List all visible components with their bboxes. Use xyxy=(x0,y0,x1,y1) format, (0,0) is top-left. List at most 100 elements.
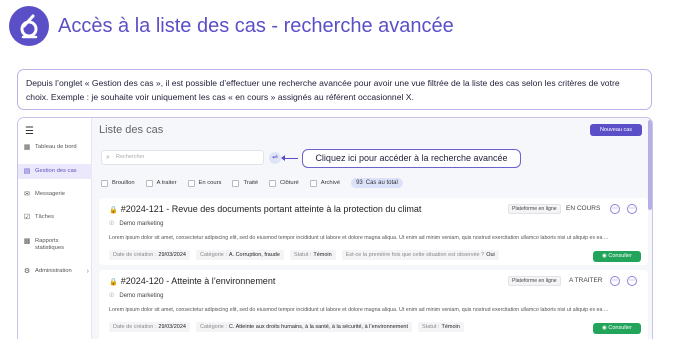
sidebar-item-dashboard[interactable]: ▦ Tableau de bord xyxy=(18,144,92,152)
lightbulb-icon: ☉ xyxy=(109,293,115,299)
meta-created: Date de création :29/03/2024 xyxy=(109,250,190,260)
meta-label: Statut : xyxy=(422,324,440,330)
status-badge: EN COURS xyxy=(566,205,601,212)
status-filters: Brouillon A traiter En cours Traité Clôt… xyxy=(101,178,403,188)
lock-icon: 🔒 xyxy=(109,279,118,286)
lock-icon: 🔒 xyxy=(109,207,118,214)
gear-icon: ⚙ xyxy=(23,268,31,275)
case-title-text: #2024-121 - Revue des documents portant … xyxy=(120,204,422,214)
sidebar-item-label: Messagerie xyxy=(35,191,65,197)
page-header-title: Accès à la liste des cas - recherche ava… xyxy=(58,15,454,37)
meta-label: Date de création : xyxy=(113,252,157,258)
advanced-search-callout: Cliquez ici pour accéder à la recherche … xyxy=(302,149,521,168)
meta-status: Statut : Témoin xyxy=(289,250,336,260)
new-case-button[interactable]: Nouveau cas xyxy=(590,124,642,136)
filter-closed[interactable]: Clôturé xyxy=(269,179,299,187)
organization-label: Demo marketing xyxy=(119,293,164,299)
search-placeholder: Rechercher xyxy=(116,154,145,160)
case-title[interactable]: 🔒 #2024-121 - Revue des documents portant… xyxy=(109,204,421,214)
folder-icon: ▤ xyxy=(23,168,31,175)
page-title: Liste des cas xyxy=(99,124,164,136)
more-options-icon[interactable]: ⋯ xyxy=(627,204,637,214)
consult-label: Consulter xyxy=(608,253,632,259)
info-text-box: Depuis l’onglet « Gestion des cas », il … xyxy=(17,69,652,110)
meta-value: Témoin xyxy=(313,252,332,258)
callout-arrow-tip xyxy=(281,155,285,161)
meta-label: Est-ce la première fois que cette situat… xyxy=(345,252,485,258)
sidebar-item-label: Tableau de bord xyxy=(35,144,77,150)
eye-icon: ◉ xyxy=(602,253,607,259)
consult-label: Consulter xyxy=(608,325,632,331)
logo-icon xyxy=(20,14,38,39)
comment-icon[interactable]: ⋯ xyxy=(610,204,620,214)
chart-icon: ▩ xyxy=(23,238,31,245)
filter-label: Traité xyxy=(243,180,259,186)
meta-value: 29/03/2024 xyxy=(158,252,186,258)
platform-badge: Plateforme en ligne xyxy=(508,204,561,214)
sidebar-item-tasks[interactable]: ☑ Tâches xyxy=(18,214,92,222)
sidebar-item-label: Rapports statistiques xyxy=(35,238,64,251)
filter-in-progress[interactable]: En cours xyxy=(187,179,221,187)
meta-value: A. Corruption, fraude xyxy=(228,252,280,258)
checkbox[interactable] xyxy=(232,179,240,187)
filter-to-process[interactable]: A traiter xyxy=(145,179,177,187)
case-card[interactable]: 🔒 #2024-121 - Revue des documents portant… xyxy=(99,198,648,265)
meta-category: Catégorie : C. Atteinte aux droits humain… xyxy=(195,322,413,332)
case-card[interactable]: 🔒 #2024-120 - Atteinte à l’environnement … xyxy=(99,270,648,339)
meta-value: C. Atteinte aux droits humains, à la san… xyxy=(228,324,409,330)
callout-arrow xyxy=(284,158,298,159)
app-window: ☰ ▦ Tableau de bord ▤ Gestion des cas ✉ … xyxy=(17,117,653,339)
platform-badge: Plateforme en ligne xyxy=(508,276,561,286)
meta-category: Catégorie : A. Corruption, fraude xyxy=(195,250,284,260)
more-options-icon[interactable]: ⋯ xyxy=(627,276,637,286)
meta-first-time: Est-ce la première fois que cette situat… xyxy=(341,250,499,260)
case-count-number: 93 xyxy=(356,180,363,186)
checkbox[interactable] xyxy=(101,179,108,187)
comment-icon[interactable]: ⋯ xyxy=(610,276,620,286)
checkbox[interactable] xyxy=(309,179,317,187)
sidebar: ☰ ▦ Tableau de bord ▤ Gestion des cas ✉ … xyxy=(18,118,92,339)
meta-label: Date de création : xyxy=(113,324,157,330)
scrollbar[interactable] xyxy=(648,120,652,210)
advanced-search-button[interactable]: ⇌ xyxy=(269,152,281,164)
search-input[interactable]: ⌕ Rechercher xyxy=(101,150,264,165)
consult-button[interactable]: ◉ Consulter xyxy=(593,323,641,334)
case-meta: Date de création :29/03/2024 Catégorie :… xyxy=(109,250,505,260)
case-organization: ☉ Demo marketing xyxy=(109,292,163,299)
case-description: Lorem ipsum dolor sit amet, consectetur … xyxy=(109,307,609,313)
meta-value: Témoin xyxy=(441,324,460,330)
filter-processed[interactable]: Traité xyxy=(232,179,259,187)
filter-draft[interactable]: Brouillon xyxy=(101,179,135,187)
sidebar-item-case-management[interactable]: ▤ Gestion des cas xyxy=(18,164,92,179)
filter-label: A traiter xyxy=(156,180,177,186)
checkbox[interactable] xyxy=(269,179,277,187)
sidebar-item-reports[interactable]: ▩ Rapports statistiques xyxy=(18,238,92,252)
case-description: Lorem ipsum dolor sit amet, consectetur … xyxy=(109,235,609,241)
case-count-label: Cas au total xyxy=(365,180,398,186)
case-title[interactable]: 🔒 #2024-120 - Atteinte à l’environnement xyxy=(109,276,275,286)
sidebar-item-administration[interactable]: ⚙ Administration › xyxy=(18,268,92,276)
tasks-icon: ☑ xyxy=(23,214,31,221)
meta-status: Statut : Témoin xyxy=(418,322,464,332)
organization-label: Demo marketing xyxy=(119,221,164,227)
brand-logo xyxy=(9,6,49,46)
case-count-badge: 93 Cas au total xyxy=(351,178,403,188)
sidebar-item-messaging[interactable]: ✉ Messagerie xyxy=(18,191,92,199)
sidebar-item-label: Gestion des cas xyxy=(35,168,77,174)
meta-label: Catégorie : xyxy=(199,252,227,258)
filter-label: Archivé xyxy=(320,180,341,186)
checkbox[interactable] xyxy=(187,179,195,187)
case-organization: ☉ Demo marketing xyxy=(109,220,163,227)
meta-value: Oui xyxy=(486,252,495,258)
checkbox[interactable] xyxy=(145,179,153,187)
meta-created: Date de création :29/03/2024 xyxy=(109,322,190,332)
chevron-right-icon: › xyxy=(86,268,89,275)
filter-archived[interactable]: Archivé xyxy=(309,179,341,187)
meta-label: Catégorie : xyxy=(199,324,227,330)
consult-button[interactable]: ◉ Consulter xyxy=(593,251,641,262)
dashboard-icon: ▦ xyxy=(23,144,31,151)
case-title-text: #2024-120 - Atteinte à l’environnement xyxy=(120,276,276,286)
hamburger-menu-icon[interactable]: ☰ xyxy=(25,126,34,137)
sidebar-item-label: Administration xyxy=(35,268,72,274)
lightbulb-icon: ☉ xyxy=(109,221,115,227)
